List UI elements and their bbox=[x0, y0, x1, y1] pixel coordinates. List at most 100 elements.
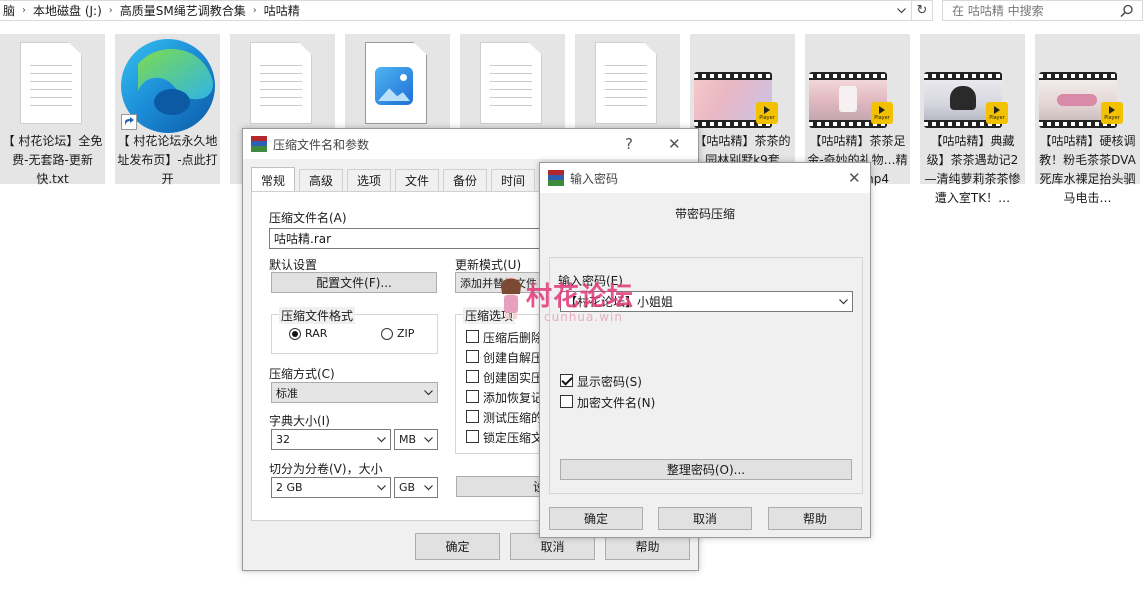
show-password-checkbox[interactable] bbox=[560, 374, 573, 387]
default-settings-label: 默认设置 bbox=[269, 258, 318, 272]
option-label: 创建自解压 bbox=[483, 351, 544, 365]
file-name: 【 村花论坛】全免费-无套路-更新快.txt bbox=[2, 134, 103, 186]
option-checkbox[interactable] bbox=[466, 430, 479, 443]
show-password-label: 显示密码(S) bbox=[577, 375, 642, 389]
text-file-icon bbox=[20, 42, 82, 124]
file-name: 【 村花论坛永久地址发布页】-点此打开 bbox=[117, 134, 218, 186]
cancel-button[interactable]: 取消 bbox=[658, 507, 752, 530]
video-tile[interactable]: Player 【咕咕精】典藏级】茶茶遇劫记2—清纯萝莉茶茶惨遭入室TK！… bbox=[920, 34, 1025, 205]
chevron-down-icon[interactable] bbox=[892, 2, 910, 20]
archive-format-group: 压缩文件格式 RAR ZIP bbox=[271, 307, 438, 354]
option-checkbox[interactable] bbox=[466, 370, 479, 383]
archive-name-input[interactable]: 咕咕精.rar bbox=[269, 228, 569, 249]
file-name: 【咕咕精】典藏级】茶茶遇劫记2—清纯萝莉茶茶惨遭入室TK！… bbox=[924, 134, 1021, 205]
chevron-down-icon bbox=[374, 478, 388, 497]
dialog-title: 输入密码 bbox=[570, 171, 619, 186]
breadcrumb-item[interactable]: 本地磁盘 (J:) bbox=[30, 2, 105, 19]
chevron-down-icon bbox=[421, 383, 435, 402]
breadcrumb-item[interactable]: 高质量SM绳艺调教合集 bbox=[117, 2, 249, 19]
dictionary-size-select[interactable]: 32 bbox=[271, 429, 391, 450]
player-icon: Player bbox=[1101, 102, 1123, 124]
search-icon[interactable] bbox=[1120, 4, 1134, 18]
refresh-icon[interactable]: ↻ bbox=[912, 0, 933, 21]
update-mode-value: 添加并替换文件 bbox=[460, 276, 537, 290]
format-rar-label: RAR bbox=[305, 327, 328, 340]
password-input[interactable]: 【村花论坛】小姐姐 bbox=[560, 291, 853, 312]
shortcut-arrow-icon bbox=[121, 114, 137, 130]
organize-passwords-button[interactable]: 整理密码(O)... bbox=[560, 459, 852, 480]
breadcrumb-item[interactable]: 脑 bbox=[0, 2, 18, 19]
split-size-value: 2 GB bbox=[276, 481, 303, 494]
password-label: 输入密码(E) bbox=[558, 274, 623, 288]
text-file-icon bbox=[480, 42, 542, 124]
dictionary-unit-select[interactable]: MB bbox=[394, 429, 438, 450]
tab-files[interactable]: 文件 bbox=[395, 169, 439, 191]
format-zip-radio[interactable] bbox=[381, 328, 393, 340]
close-icon[interactable]: ✕ bbox=[848, 169, 861, 187]
option-checkbox[interactable] bbox=[466, 390, 479, 403]
chevron-down-icon bbox=[421, 430, 435, 449]
winrar-icon bbox=[548, 170, 564, 186]
player-icon: Player bbox=[756, 102, 778, 124]
file-tile[interactable]: 【 村花论坛】全免费-无套路-更新快.txt bbox=[0, 34, 105, 186]
password-group: 输入密码(E) 【村花论坛】小姐姐 显示密码(S) 加密文件名(N) 整理密码(… bbox=[549, 257, 863, 494]
breadcrumb-item[interactable]: 咕咕精 bbox=[261, 2, 303, 19]
dialog-titlebar[interactable]: 输入密码 ✕ bbox=[540, 163, 870, 193]
split-size-select[interactable]: 2 GB bbox=[271, 477, 391, 498]
chevron-down-icon[interactable] bbox=[836, 292, 850, 311]
chevron-right-icon: › bbox=[22, 5, 27, 16]
method-label: 压缩方式(C) bbox=[269, 367, 335, 381]
chevron-right-icon: › bbox=[252, 5, 257, 16]
image-file-icon bbox=[365, 42, 427, 124]
password-value: 【村花论坛】小姐姐 bbox=[565, 295, 674, 309]
dialog-title: 压缩文件名和参数 bbox=[273, 137, 370, 152]
dictionary-label: 字典大小(I) bbox=[269, 414, 330, 428]
method-select[interactable]: 标准 bbox=[271, 382, 438, 403]
help-button[interactable]: 帮助 bbox=[768, 507, 862, 530]
search-input[interactable]: 在 咕咕精 中搜索 bbox=[942, 0, 1143, 21]
close-icon[interactable]: ✕ bbox=[668, 135, 681, 153]
file-name: 【咕咕精】硬核调教！粉毛茶茶DVA死库水裸足抬头驷马电击… bbox=[1039, 134, 1136, 205]
tab-advanced[interactable]: 高级 bbox=[299, 169, 343, 191]
profiles-button[interactable]: 配置文件(F)... bbox=[271, 272, 437, 293]
archive-format-label: 压缩文件格式 bbox=[279, 307, 356, 324]
player-icon: Player bbox=[986, 102, 1008, 124]
chevron-right-icon: › bbox=[108, 5, 113, 16]
option-checkbox[interactable] bbox=[466, 350, 479, 363]
option-label: 添加恢复记 bbox=[483, 391, 544, 405]
tab-time[interactable]: 时间 bbox=[491, 169, 535, 191]
format-rar-radio[interactable] bbox=[289, 328, 301, 340]
tab-options[interactable]: 选项 bbox=[347, 169, 391, 191]
address-bar-row: 脑 › 本地磁盘 (J:) › 高质量SM绳艺调教合集 › 咕咕精 ↻ 在 咕咕… bbox=[0, 0, 1143, 21]
option-label: 压缩后删除 bbox=[483, 331, 544, 345]
tab-backup[interactable]: 备份 bbox=[443, 169, 487, 191]
option-checkbox[interactable] bbox=[466, 330, 479, 343]
chevron-down-icon bbox=[374, 430, 388, 449]
method-value: 标准 bbox=[276, 386, 298, 400]
video-tile[interactable]: Player 【咕咕精】硬核调教！粉毛茶茶DVA死库水裸足抬头驷马电击… bbox=[1035, 34, 1140, 205]
player-icon: Player bbox=[871, 102, 893, 124]
file-tile[interactable]: 【 村花论坛永久地址发布页】-点此打开 bbox=[115, 34, 220, 186]
help-icon[interactable]: ? bbox=[625, 135, 633, 153]
archive-name-label: 压缩文件名(A) bbox=[269, 211, 347, 225]
format-zip-label: ZIP bbox=[397, 327, 415, 340]
split-unit-value: GB bbox=[399, 481, 416, 494]
breadcrumb[interactable]: 脑 › 本地磁盘 (J:) › 高质量SM绳艺调教合集 › 咕咕精 bbox=[0, 0, 912, 21]
ok-button[interactable]: 确定 bbox=[549, 507, 643, 530]
ok-button[interactable]: 确定 bbox=[415, 533, 500, 560]
tab-general[interactable]: 常规 bbox=[251, 167, 295, 192]
dialog-heading: 带密码压缩 bbox=[674, 207, 735, 221]
option-label: 创建固实压 bbox=[483, 371, 544, 385]
encrypt-filenames-label: 加密文件名(N) bbox=[577, 396, 656, 410]
option-checkbox[interactable] bbox=[466, 410, 479, 423]
password-dialog: 输入密码 ✕ 带密码压缩 输入密码(E) 【村花论坛】小姐姐 显示密码(S) 加… bbox=[539, 162, 871, 538]
winrar-icon bbox=[251, 136, 267, 152]
split-unit-select[interactable]: GB bbox=[394, 477, 438, 498]
text-file-icon bbox=[595, 42, 657, 124]
option-label: 测试压缩的 bbox=[483, 411, 544, 425]
encrypt-filenames-checkbox[interactable] bbox=[560, 395, 573, 408]
dialog-titlebar[interactable]: 压缩文件名和参数 ? ✕ bbox=[243, 129, 698, 159]
option-label: 锁定压缩文 bbox=[483, 431, 544, 445]
split-volumes-label: 切分为分卷(V)，大小 bbox=[269, 462, 383, 476]
search-placeholder: 在 咕咕精 中搜索 bbox=[952, 4, 1044, 18]
